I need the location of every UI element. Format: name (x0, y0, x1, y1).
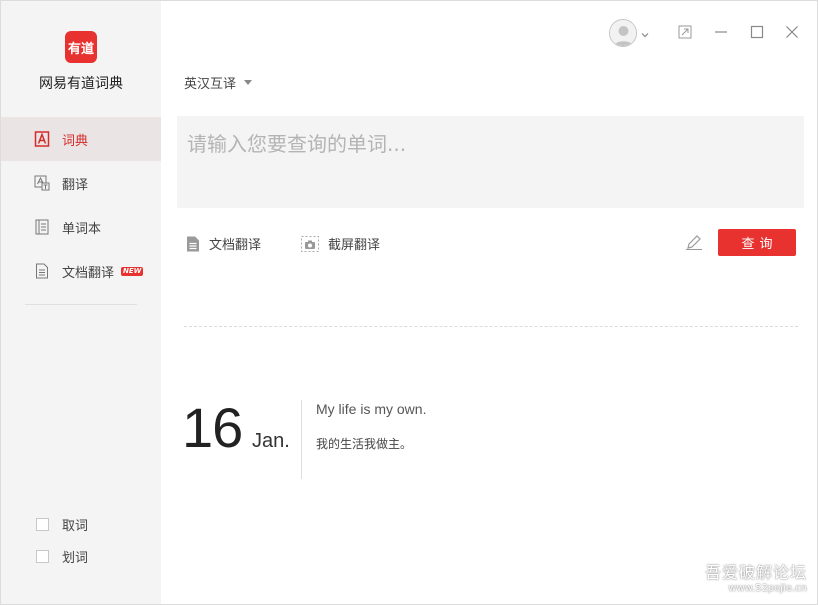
capture-options: 取词 划词 (36, 508, 88, 572)
language-label: 英汉互译 (184, 77, 237, 92)
capture-word-checkbox[interactable] (36, 517, 49, 531)
search-input[interactable] (177, 116, 804, 208)
sidebar-divider (25, 304, 137, 305)
caret-down-icon (244, 80, 253, 85)
document-icon (34, 263, 50, 279)
app-name: 网易有道词典 (39, 76, 123, 92)
maximize-icon[interactable] (748, 23, 766, 41)
doc-translate-label: 文档翻译 (209, 238, 262, 253)
daily-quote-chinese: 我的生活我做主。 (316, 437, 413, 451)
section-divider (184, 326, 798, 327)
select-word-checkbox[interactable] (36, 549, 49, 563)
sidebar-item-doc-translate[interactable]: 文档翻译 NEW (1, 249, 161, 293)
watermark-line1: 吾爱破解论坛 (704, 563, 807, 582)
new-badge: NEW (121, 266, 144, 276)
watermark: 吾爱破解论坛 www.52pojie.cn (705, 559, 807, 594)
sidebar-nav: 词典 翻译 单词本 文档翻译 NEW (1, 117, 161, 293)
language-selector[interactable]: 英汉互译 (184, 73, 253, 92)
chevron-down-icon[interactable] (640, 25, 650, 44)
daily-quote-english[interactable]: My life is my own. (316, 401, 426, 417)
option-label: 划词 (62, 550, 89, 566)
logo-text: 有道 (67, 41, 94, 57)
translate-icon (34, 175, 50, 191)
close-icon[interactable] (783, 23, 801, 41)
option-select-word[interactable]: 划词 (36, 540, 88, 572)
camera-icon (301, 235, 319, 252)
minimize-icon[interactable] (712, 23, 730, 41)
wordbook-icon (34, 219, 50, 235)
app-window: 有道 网易有道词典 词典 翻译 单词本 文档翻译 NEW 取词 划词 英汉互译 … (0, 0, 818, 605)
daily-month: Jan. (252, 430, 290, 452)
query-button[interactable]: 查询 (718, 229, 796, 256)
sidebar: 有道 网易有道词典 词典 翻译 单词本 文档翻译 NEW 取词 划词 (1, 1, 161, 604)
sidebar-item-label: 文档翻译 (62, 265, 115, 281)
option-label: 取词 (62, 518, 89, 534)
screenshot-translate-label: 截屏翻译 (328, 238, 381, 253)
daily-separator (301, 400, 302, 479)
daily-day: 16 (182, 396, 243, 459)
doc-translate-button[interactable]: 文档翻译 (186, 234, 261, 253)
sidebar-item-label: 单词本 (62, 221, 102, 237)
handwriting-icon[interactable] (685, 233, 703, 255)
sidebar-item-label: 翻译 (62, 177, 89, 193)
sidebar-item-label: 词典 (62, 133, 89, 149)
screenshot-translate-button[interactable]: 截屏翻译 (301, 234, 380, 253)
app-logo: 有道 (65, 31, 97, 63)
dictionary-icon (34, 131, 50, 147)
sidebar-item-dictionary[interactable]: 词典 (1, 117, 161, 161)
sidebar-item-wordbook[interactable]: 单词本 (1, 205, 161, 249)
avatar-icon[interactable] (609, 19, 637, 47)
document-icon (186, 236, 200, 252)
watermark-line2: www.52pojie.cn (728, 583, 807, 594)
sidebar-item-translate[interactable]: 翻译 (1, 161, 161, 205)
pin-icon[interactable] (676, 23, 694, 41)
option-capture-word[interactable]: 取词 (36, 508, 88, 540)
